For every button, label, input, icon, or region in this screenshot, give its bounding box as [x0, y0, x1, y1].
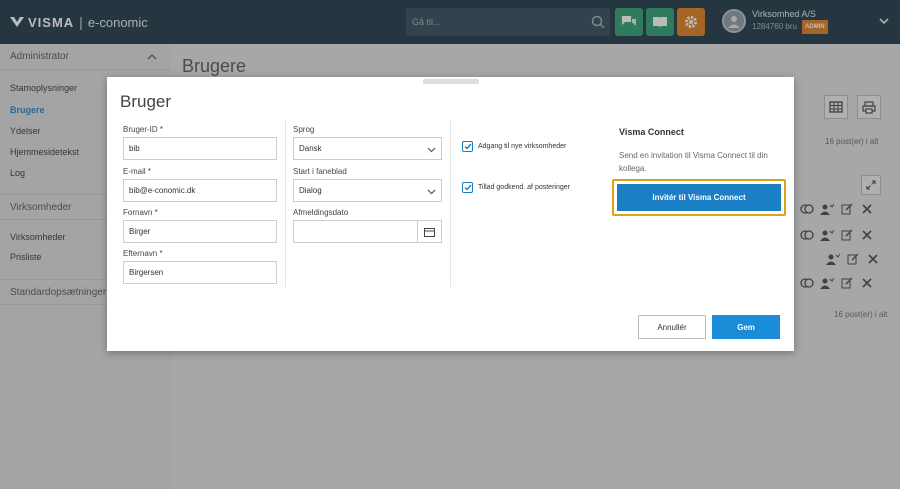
checkmark-icon — [464, 184, 472, 191]
allow-approve-postings-checkbox[interactable]: Tillad godkend. af posteringer — [462, 182, 570, 193]
email-field[interactable]: bib@e-conomic.dk — [123, 179, 277, 202]
user-dialog: Bruger Bruger-ID * bib E-mail * bib@e-co… — [107, 77, 794, 351]
lastname-input[interactable]: Birgersen — [123, 261, 277, 284]
checkbox-checked[interactable] — [462, 182, 473, 193]
user-id-label: Bruger-ID * — [123, 125, 164, 134]
checkmark-icon — [464, 143, 472, 150]
lastname-label: Efternavn * — [123, 249, 163, 258]
unsubscribe-date-input[interactable] — [293, 220, 442, 243]
start-tab-select[interactable]: Dialog — [293, 179, 442, 202]
language-label: Sprog — [293, 125, 315, 134]
checkbox-label: Adgang til nye virksomheder — [478, 143, 567, 150]
access-new-companies-checkbox[interactable]: Adgang til nye virksomheder — [462, 141, 566, 152]
checkbox-checked[interactable] — [462, 141, 473, 152]
visma-connect-description: Send en invitation til Visma Connect til… — [619, 151, 768, 173]
start-tab-label: Start i faneblad — [293, 167, 347, 176]
visma-connect-title: Visma Connect — [619, 127, 684, 137]
language-select[interactable]: Dansk — [293, 137, 442, 160]
invite-highlight-frame: Invitér til Visma Connect — [612, 179, 786, 216]
dialog-title: Bruger — [120, 92, 172, 111]
user-id-input[interactable]: bib — [123, 137, 277, 160]
drag-handle[interactable] — [423, 79, 479, 84]
save-button[interactable]: Gem — [712, 315, 780, 339]
column-divider — [285, 119, 286, 287]
date-picker-button[interactable] — [417, 221, 441, 242]
start-tab-value: Dialog — [299, 186, 322, 195]
email-label: E-mail * — [123, 167, 152, 176]
firstname-label: Fornavn * — [123, 208, 158, 217]
chevron-down-icon — [427, 189, 436, 195]
chevron-down-icon — [427, 147, 436, 153]
calendar-icon — [424, 227, 435, 237]
cancel-button[interactable]: Annullér — [638, 315, 706, 339]
invite-visma-connect-button[interactable]: Invitér til Visma Connect — [617, 184, 781, 211]
checkbox-label: Tillad godkend. af posteringer — [478, 184, 570, 191]
column-divider — [450, 119, 451, 287]
firstname-input[interactable]: Birger — [123, 220, 277, 243]
language-value: Dansk — [299, 144, 322, 153]
unsubscribe-date-label: Afmeldingsdato — [293, 208, 349, 217]
